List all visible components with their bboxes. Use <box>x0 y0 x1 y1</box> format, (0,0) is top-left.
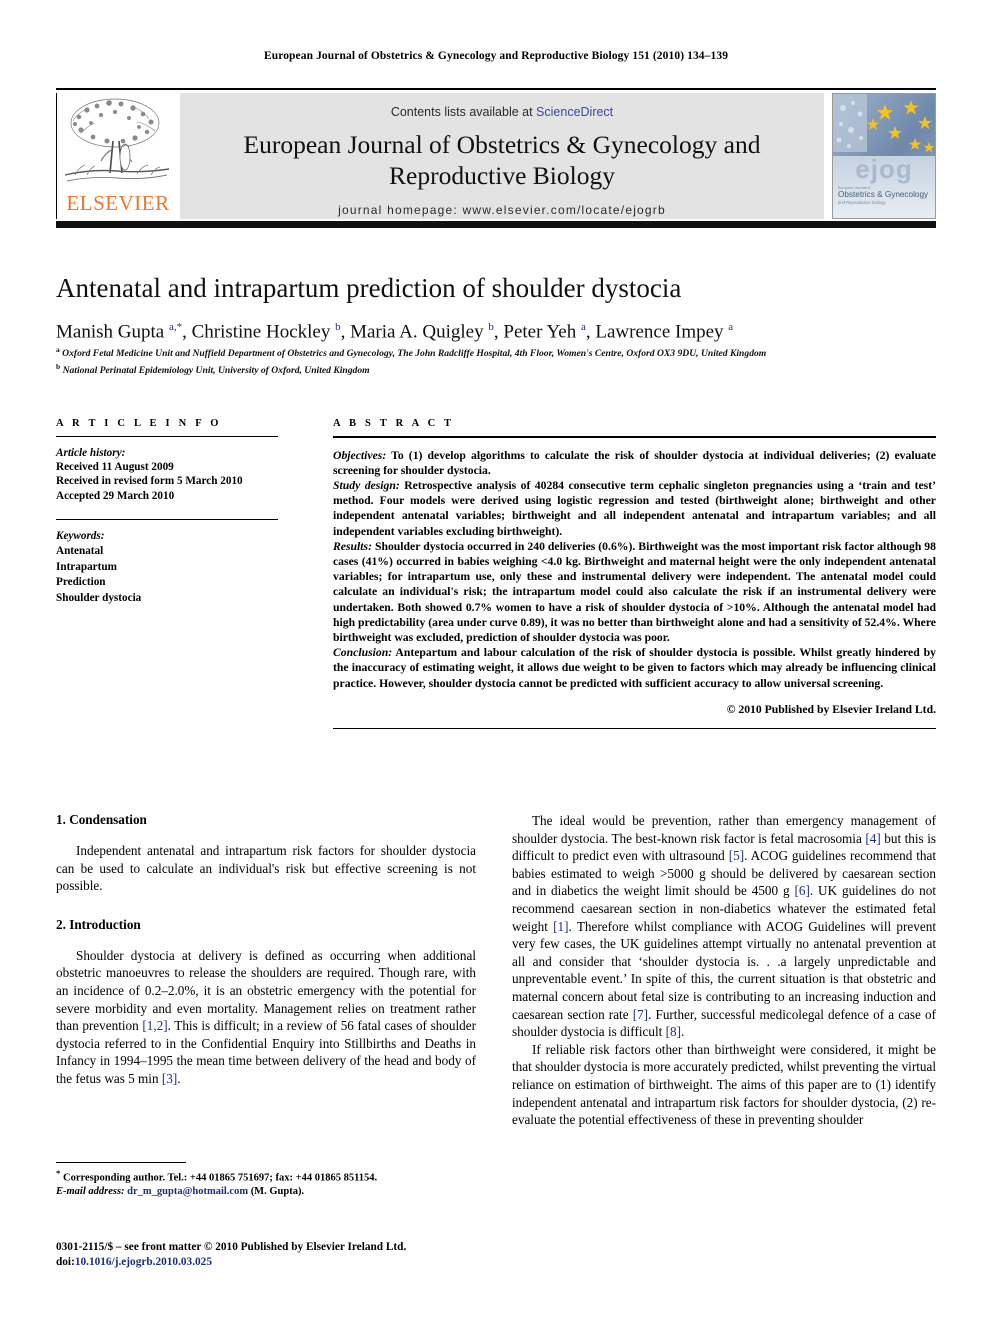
condensation-paragraph: Independent antenatal and intrapartum ri… <box>56 843 476 894</box>
doi-line: doi:10.1016/j.ejogrb.2010.03.025 <box>56 1255 212 1268</box>
section-heading-introduction: 2. Introduction <box>56 916 141 932</box>
banner-center-panel: Contents lists available at ScienceDirec… <box>180 93 824 219</box>
paper-page: European Journal of Obstetrics & Gynecol… <box>0 0 992 1323</box>
journal-cover-thumbnail: ejog European Journal of Obstetrics & Gy… <box>832 93 936 219</box>
article-history-label: Article history: <box>56 447 126 459</box>
article-title: Antenatal and intrapartum prediction of … <box>56 273 682 303</box>
abstract-study-design: Study design: Retrospective analysis of … <box>333 479 937 538</box>
cover-art: ejog European Journal of Obstetrics & Gy… <box>833 94 935 218</box>
corresponding-author-note: * Corresponding author. Tel.: +44 01865 … <box>56 1168 378 1184</box>
elsevier-wordmark: ELSEVIER <box>66 191 170 215</box>
article-info-rule <box>56 436 278 437</box>
intro-paragraph-3: If reliable risk factors other than birt… <box>512 1041 936 1128</box>
section-heading-condensation: 1. Condensation <box>56 812 147 827</box>
citation-ref[interactable]: [3] <box>162 1071 177 1086</box>
abstract-copyright: © 2010 Published by Elsevier Ireland Ltd… <box>726 702 936 716</box>
abstract-heading: A B S T R A C T <box>333 418 455 429</box>
email-note: E-mail address: dr_m_gupta@hotmail.com (… <box>56 1186 305 1197</box>
citation-ref[interactable]: [7] <box>633 1007 648 1022</box>
running-head: European Journal of Obstetrics & Gynecol… <box>263 50 729 62</box>
body-column-right: The ideal would be prevention, rather th… <box>512 812 936 1129</box>
history-item-0: Received 11 August 2009 <box>56 461 174 474</box>
email-link[interactable]: dr_m_gupta@hotmail.com <box>127 1186 248 1197</box>
banner-bottom-bar <box>56 221 936 228</box>
elsevier-tree-icon <box>64 98 170 182</box>
affiliations: a Oxford Fetal Medicine Unit and Nuffiel… <box>56 344 936 378</box>
contents-prefix: Contents lists available at <box>390 105 537 119</box>
keyword-2: Prediction <box>56 576 106 589</box>
citation-ref[interactable]: [1,2] <box>142 1018 167 1033</box>
keyword-0: Antenatal <box>56 545 104 558</box>
svg-text:Obstetrics & Gynecology: Obstetrics & Gynecology <box>838 190 929 199</box>
intro-paragraph-2: The ideal would be prevention, rather th… <box>512 813 936 1040</box>
article-info-heading: A R T I C L E I N F O <box>56 418 222 429</box>
keywords-rule <box>56 518 278 520</box>
abstract-column: A B S T R A C T Objectives: To (1) devel… <box>333 418 936 730</box>
abstract-objectives: Objectives: To (1) develop algorithms to… <box>333 448 936 477</box>
body-column-left: 1. Condensation Independent antenatal an… <box>56 812 476 1088</box>
history-item-1: Received in revised form 5 March 2010 <box>56 475 243 488</box>
journal-title: European Journal of Obstetrics & Gynecol… <box>243 130 761 190</box>
citation-ref[interactable]: [8] <box>666 1024 681 1039</box>
affiliation-a: a Oxford Fetal Medicine Unit and Nuffiel… <box>56 345 767 360</box>
abstract-results: Results: Shoulder dystocia occurred in 2… <box>333 539 936 645</box>
contents-available-line: Contents lists available at ScienceDirec… <box>180 105 824 119</box>
footnote-block: * Corresponding author. Tel.: +44 01865 … <box>56 1167 476 1199</box>
keyword-1: Intrapartum <box>56 560 117 573</box>
citation-ref[interactable]: [1] <box>553 919 568 934</box>
author-list: Manish Gupta a,*, Christine Hockley b, M… <box>56 321 734 343</box>
article-history: Article history: Received 11 August 2009… <box>56 446 278 503</box>
keywords-label: Keywords: <box>56 529 105 542</box>
issn-line: 0301-2115/$ – see front matter © 2010 Pu… <box>56 1241 407 1253</box>
affiliation-b: b National Perinatal Epidemiology Unit, … <box>56 361 370 376</box>
footnote-divider <box>56 1162 186 1163</box>
history-item-2: Accepted 29 March 2010 <box>56 489 175 502</box>
doi-link[interactable]: 10.1016/j.ejogrb.2010.03.025 <box>75 1256 212 1268</box>
journal-banner: ELSEVIER Contents lists available at Sci… <box>56 88 936 228</box>
sciencedirect-link[interactable]: ScienceDirect <box>536 105 613 119</box>
citation-ref[interactable]: [4] <box>865 831 880 846</box>
intro-paragraph-1: Shoulder dystocia at delivery is defined… <box>56 947 476 1086</box>
imprint-block: 0301-2115/$ – see front matter © 2010 Pu… <box>56 1240 486 1269</box>
elsevier-logo: ELSEVIER <box>56 93 176 219</box>
article-info-column: A R T I C L E I N F O Article history: R… <box>56 418 278 606</box>
journal-homepage-link[interactable]: journal homepage: www.elsevier.com/locat… <box>180 203 824 217</box>
abstract-top-rule <box>333 436 936 438</box>
abstract-bottom-rule <box>333 727 936 730</box>
svg-text:ejog: ejog <box>855 154 912 184</box>
abstract-conclusion: Conclusion: Antepartum and labour calcul… <box>333 646 936 690</box>
keyword-3: Shoulder dystocia <box>56 591 142 604</box>
keywords-block: Keywords: Antenatal Intrapartum Predicti… <box>56 529 278 607</box>
banner-top-rule <box>56 88 936 90</box>
svg-text:and Reproductive Biology: and Reproductive Biology <box>838 200 887 205</box>
citation-ref[interactable]: [5] <box>729 848 744 863</box>
citation-ref[interactable]: [6] <box>794 883 809 898</box>
abstract-body: Objectives: To (1) develop algorithms to… <box>333 448 936 691</box>
